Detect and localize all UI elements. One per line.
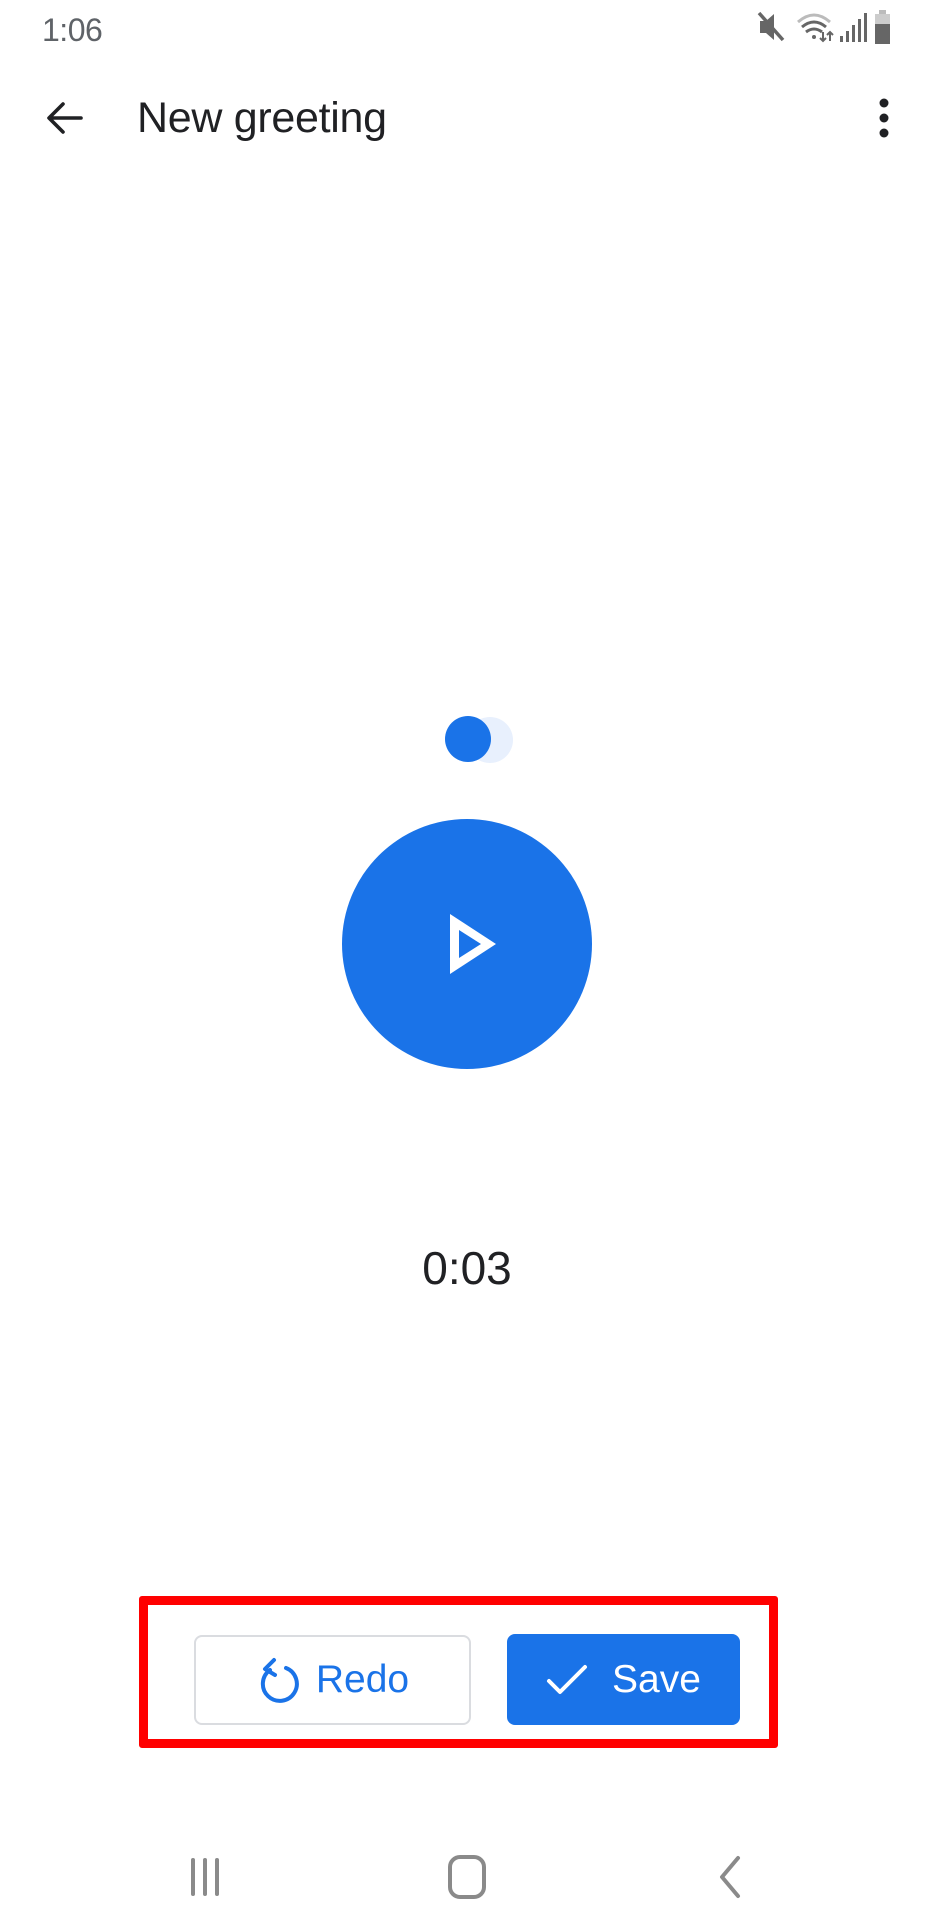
signal-icon: [840, 13, 867, 42]
play-icon: [450, 914, 496, 974]
redo-button[interactable]: Redo: [194, 1635, 471, 1725]
nav-back-button[interactable]: [705, 1850, 755, 1904]
play-button[interactable]: [342, 819, 592, 1069]
back-button[interactable]: [34, 88, 94, 148]
elapsed-time: 0:03: [422, 1242, 512, 1294]
battery-icon: [875, 10, 890, 44]
nav-back-icon: [720, 1856, 740, 1898]
check-icon: [546, 1664, 588, 1696]
nav-home-button[interactable]: [440, 1850, 494, 1904]
save-button[interactable]: Save: [507, 1634, 740, 1725]
status-time: 1:06: [42, 12, 103, 48]
redo-label: Redo: [315, 1658, 410, 1701]
page-title: New greeting: [137, 94, 387, 142]
more-options-button[interactable]: [860, 88, 908, 148]
home-icon: [448, 1855, 486, 1899]
wifi-icon: [797, 13, 834, 43]
mute-icon: [757, 11, 785, 42]
recording-progress-indicator: [440, 712, 516, 766]
more-vert-icon: [879, 98, 889, 138]
nav-recents-button[interactable]: [180, 1850, 230, 1904]
status-icons: [756, 10, 901, 44]
arrow-back-icon: [47, 102, 83, 134]
recents-icon: [191, 1858, 219, 1896]
save-label: Save: [612, 1657, 701, 1701]
redo-icon: [256, 1656, 300, 1704]
